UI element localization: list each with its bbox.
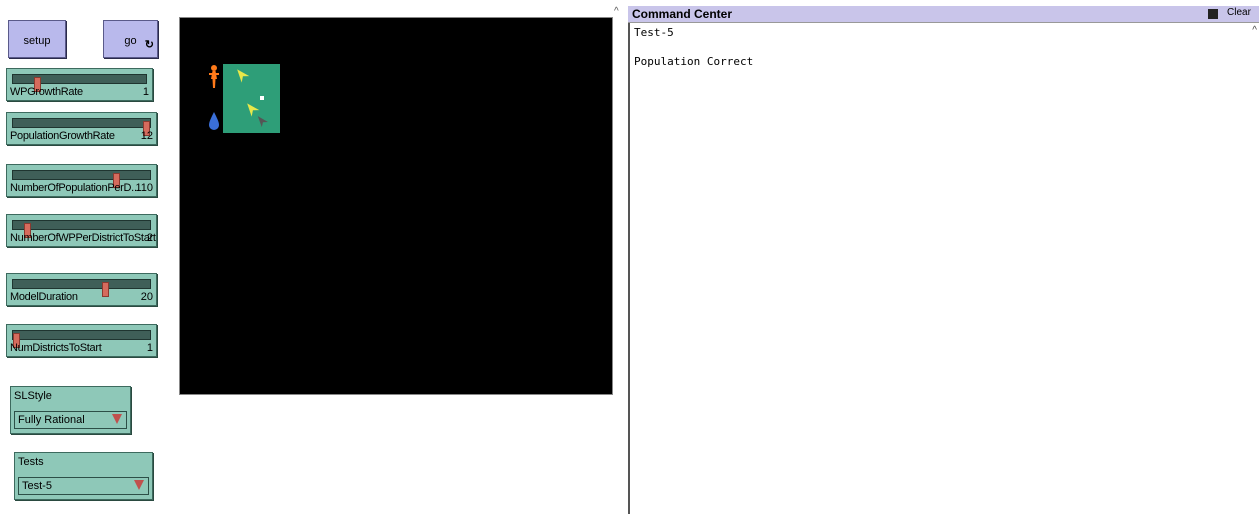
slider-track[interactable] [12,170,151,188]
slider-value: 20 [140,291,153,303]
chooser-name: SLStyle [14,390,52,402]
setup-button[interactable]: setup [8,20,66,58]
expand-icon[interactable] [1208,9,1218,19]
slider-track[interactable] [12,330,151,348]
slider-thumb[interactable] [101,282,109,297]
slider-track[interactable] [12,118,151,136]
district-patch [223,64,280,133]
chooser-name: Tests [18,456,44,468]
world-canvas [209,64,280,133]
command-center-title: Command Center [632,7,733,21]
slider-numberofpopulationperdistrict[interactable]: NumberOfPopulationPerD... 110 [6,164,157,197]
chooser-value: Fully Rational [18,414,85,426]
dropdown-arrow-icon[interactable] [134,480,144,490]
chooser-slstyle[interactable]: SLStyle Fully Rational [10,386,131,434]
slider-track[interactable] [12,279,151,297]
slider-value: 110 [135,182,153,194]
white-dot [260,96,264,100]
chooser-value: Test-5 [22,480,52,492]
slider-name: PopulationGrowthRate [10,130,115,142]
command-center-output[interactable]: Test-5 Population Correct ^ [628,23,1259,514]
go-button[interactable]: go ↻ [103,20,158,58]
slider-modelduration[interactable]: ModelDuration 20 [6,273,157,306]
clear-button[interactable]: Clear [1227,7,1251,18]
chooser-dropdown[interactable]: Fully Rational [14,411,127,429]
output-line: Population Correct [634,55,754,68]
dropdown-arrow-icon[interactable] [112,414,122,424]
command-center-collapse-icon[interactable]: ^ [614,6,624,18]
chooser-tests[interactable]: Tests Test-5 [14,452,153,500]
scroll-up-icon[interactable]: ^ [1252,25,1257,36]
slider-numberofwpperdistricttostart[interactable]: NumberOfWPPerDistrictToStart 2 [6,214,157,247]
forever-icon: ↻ [144,39,154,51]
slider-name: WPGrowthRate [10,86,83,98]
output-line: Test-5 [634,26,674,39]
slider-track[interactable] [12,220,151,238]
slider-value: 12 [140,130,153,142]
slider-name: NumberOfPopulationPerD... [10,182,140,194]
slider-populationgrowthrate[interactable]: PopulationGrowthRate 12 [6,112,157,145]
slider-track[interactable] [12,74,147,92]
setup-button-label: setup [23,35,51,47]
slider-wpgrowthrate[interactable]: WPGrowthRate 1 [6,68,153,101]
slider-value: 1 [142,86,149,98]
slider-value: 2 [146,232,153,244]
world-view[interactable] [179,17,613,395]
chooser-dropdown[interactable]: Test-5 [18,477,149,495]
slider-name: NumberOfWPPerDistrictToStart [10,232,156,244]
slider-name: ModelDuration [10,291,78,303]
command-center-titlebar: Command Center Clear [628,6,1259,23]
slider-value: 1 [146,342,153,354]
slider-name: NumDistrictsToStart [10,342,102,354]
person-icon [209,65,219,88]
water-drop-icon [209,112,219,130]
slider-numdistrictstostart[interactable]: NumDistrictsToStart 1 [6,324,157,357]
